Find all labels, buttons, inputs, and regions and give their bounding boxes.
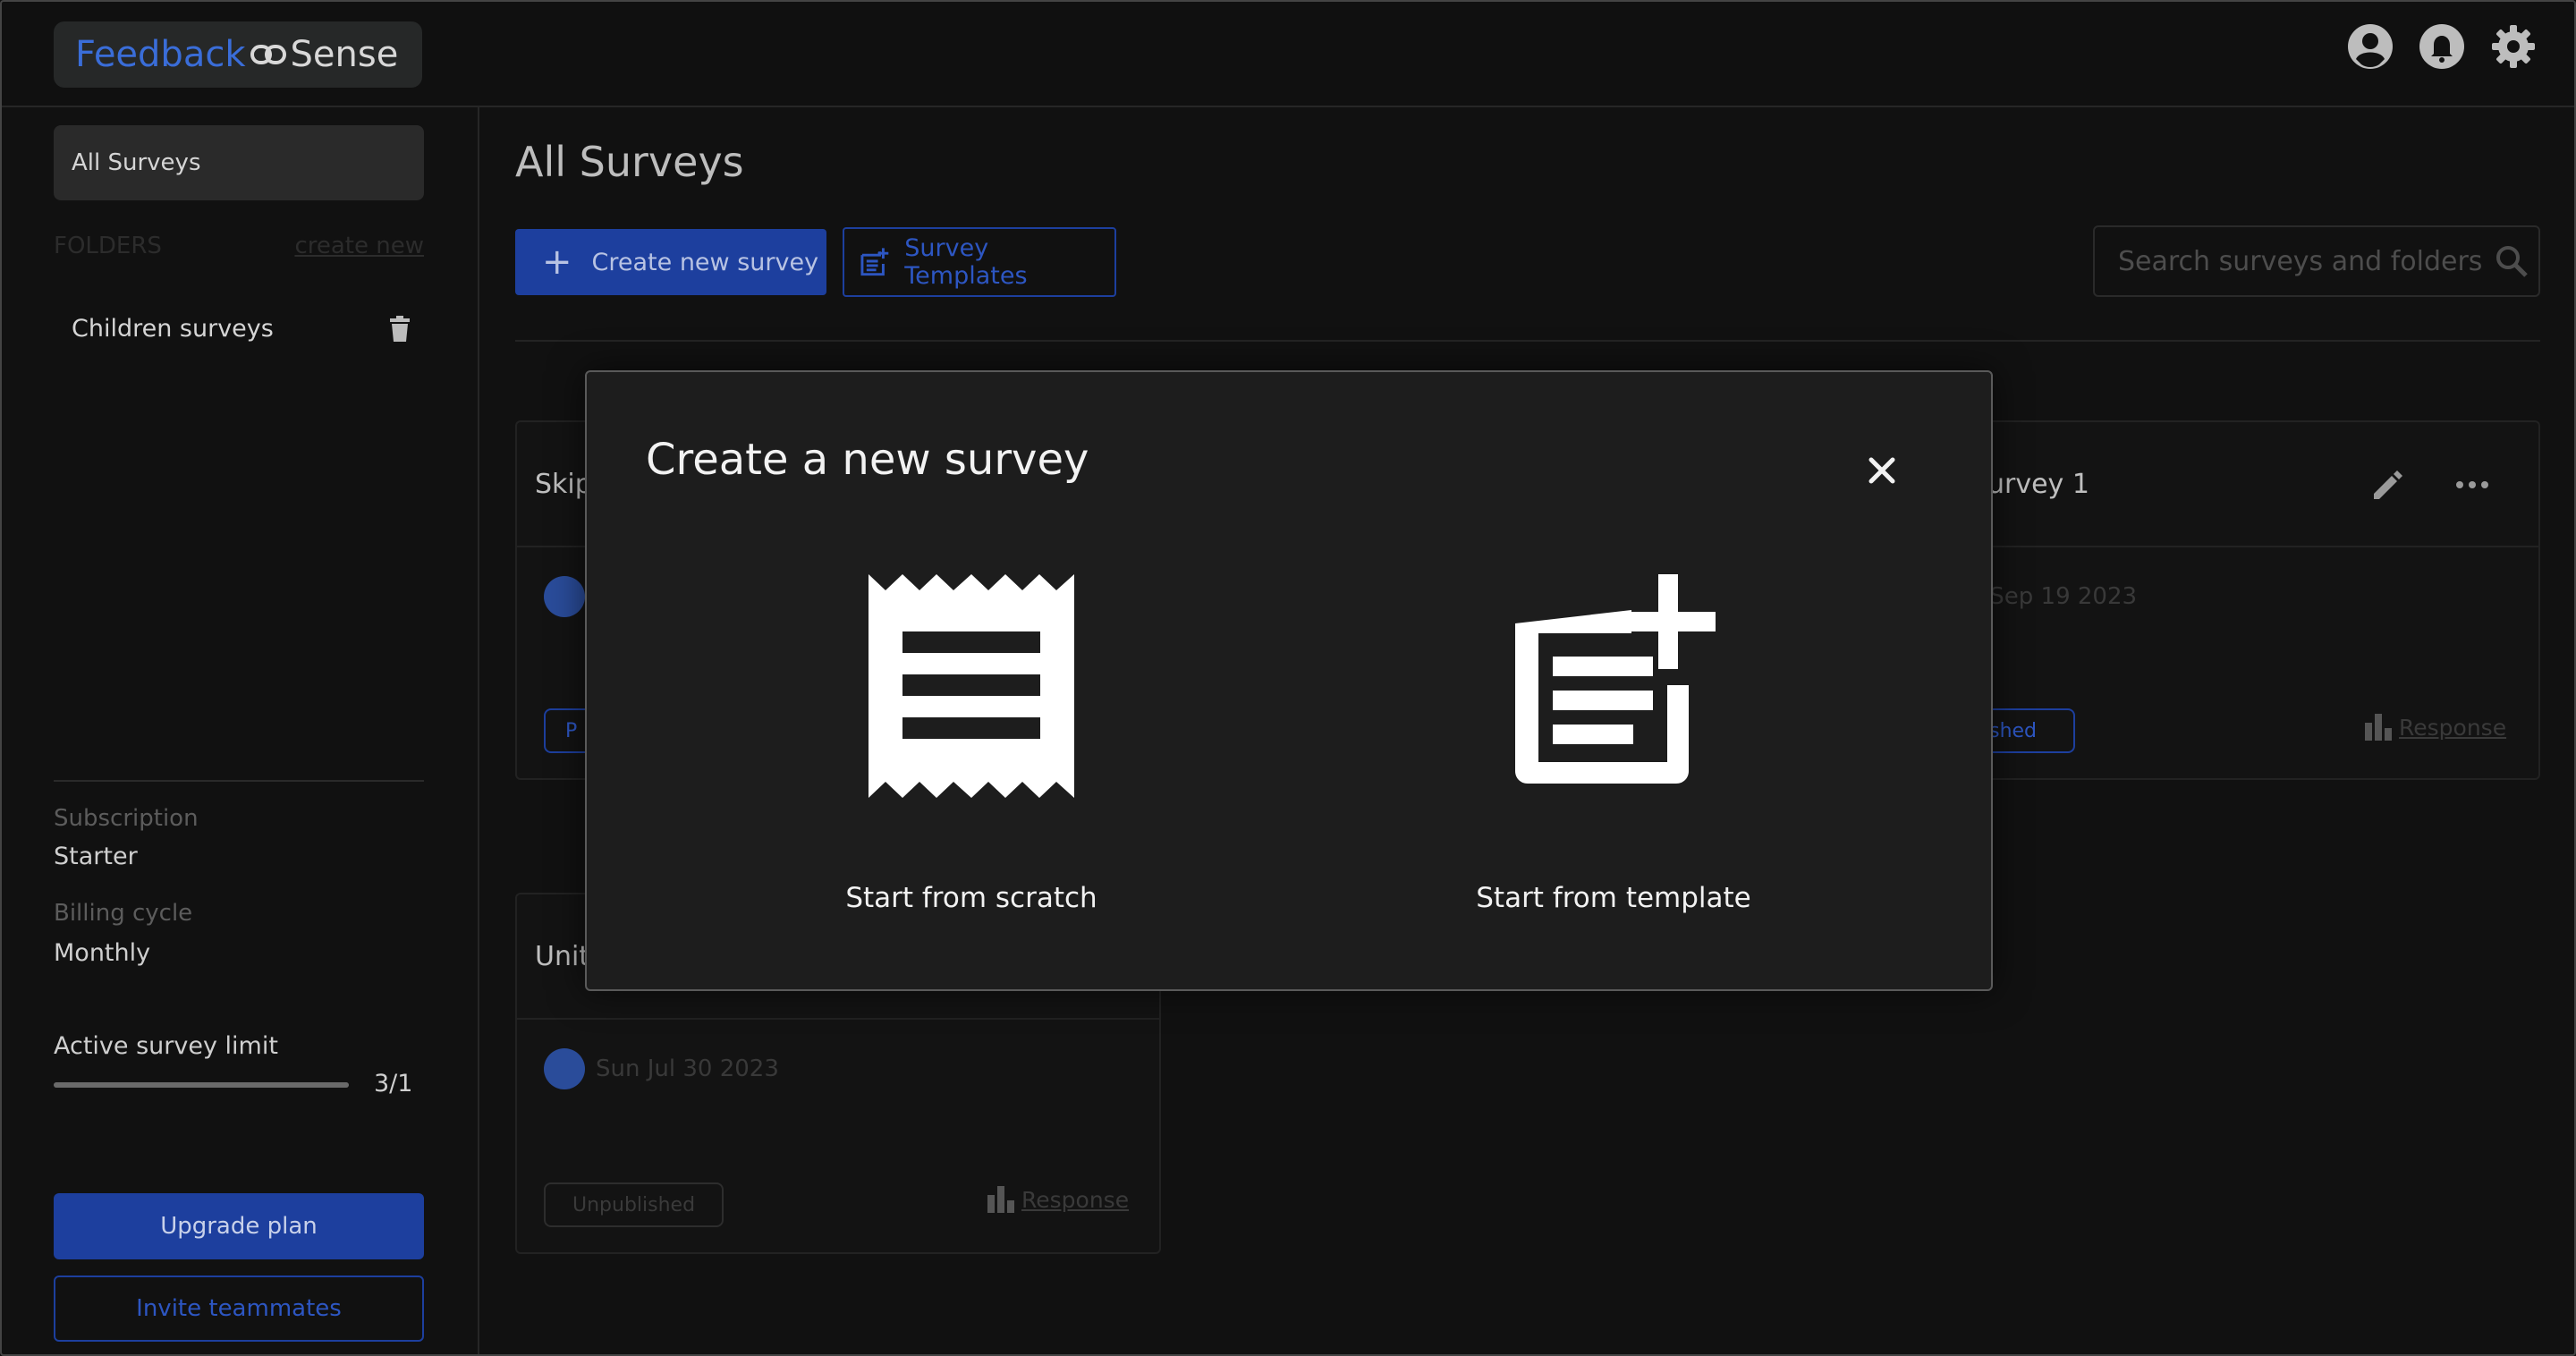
bar-chart-icon: [2365, 714, 2392, 741]
template-icon: [860, 248, 889, 276]
survey-limit-value: 3/1: [374, 1070, 413, 1098]
search-icon[interactable]: [2495, 244, 2529, 278]
edit-icon[interactable]: [2368, 467, 2404, 503]
response-link-label: Response: [2399, 715, 2507, 741]
subscription-value: Starter: [54, 843, 138, 870]
folders-header: FOLDERS create new: [54, 233, 424, 259]
avatar: [544, 576, 585, 617]
upgrade-plan-button[interactable]: Upgrade plan: [54, 1193, 424, 1259]
start-from-scratch-option[interactable]: Start from scratch: [703, 574, 1240, 914]
survey-card-title[interactable]: urvey 1: [1987, 469, 2089, 500]
create-survey-dialog: Create a new survey Start from scratch S…: [585, 370, 1993, 991]
create-survey-button[interactable]: + Create new survey: [515, 229, 826, 295]
link-icon: [250, 45, 286, 64]
start-from-template-option[interactable]: Start from template: [1345, 574, 1882, 914]
sidebar-item-all-surveys[interactable]: All Surveys: [54, 125, 424, 200]
response-link[interactable]: Response: [2363, 712, 2506, 741]
search-placeholder: Search surveys and folders: [2118, 245, 2483, 277]
start-from-scratch-label: Start from scratch: [845, 882, 1097, 914]
bar-chart-icon: [987, 1186, 1014, 1213]
receipt-icon: [869, 574, 1074, 798]
create-survey-label: Create new survey: [591, 248, 819, 276]
create-folder-link[interactable]: create new: [294, 233, 424, 259]
survey-limit-bar: [54, 1082, 349, 1088]
search-input[interactable]: Search surveys and folders: [2093, 225, 2540, 297]
trash-icon[interactable]: [388, 315, 411, 343]
sidebar-divider: [54, 780, 424, 782]
survey-card-title[interactable]: Unit: [535, 941, 589, 972]
survey-limit-fill: [54, 1082, 349, 1088]
sidebar: All Surveys FOLDERS create new Children …: [0, 107, 479, 1356]
survey-card-title[interactable]: Skip: [535, 469, 592, 500]
plus-icon: +: [542, 242, 572, 283]
start-from-template-label: Start from template: [1476, 882, 1751, 914]
more-icon[interactable]: [2454, 467, 2490, 503]
invite-teammates-button[interactable]: Invite teammates: [54, 1275, 424, 1342]
folder-item-label: Children surveys: [72, 315, 274, 343]
account-icon[interactable]: [2347, 23, 2394, 70]
notifications-icon[interactable]: [2419, 23, 2465, 70]
logo-text-sense: Sense: [290, 34, 399, 75]
folders-label: FOLDERS: [54, 233, 162, 259]
logo-text-feedback: Feedback: [75, 34, 246, 75]
close-icon[interactable]: [1864, 453, 1900, 488]
main-divider: [515, 340, 2540, 342]
app-logo[interactable]: Feedback Sense: [54, 21, 422, 88]
billing-cycle-value: Monthly: [54, 939, 151, 967]
subscription-label: Subscription: [54, 805, 199, 832]
status-badge: Unpublished: [544, 1182, 724, 1227]
survey-limit-label: Active survey limit: [54, 1032, 278, 1060]
response-link-label: Response: [1021, 1187, 1130, 1213]
dialog-title: Create a new survey: [646, 435, 1089, 485]
response-link[interactable]: Response: [986, 1184, 1129, 1213]
avatar: [544, 1048, 585, 1089]
template-add-icon: [1515, 574, 1716, 784]
billing-cycle-label: Billing cycle: [54, 900, 193, 927]
folder-item[interactable]: Children surveys: [72, 315, 411, 343]
survey-templates-button[interactable]: Survey Templates: [843, 227, 1116, 297]
page-title: All Surveys: [515, 138, 744, 186]
survey-card-date: e Sep 19 2023: [1968, 583, 2138, 610]
settings-icon[interactable]: [2490, 23, 2537, 70]
survey-card-date: Sun Jul 30 2023: [596, 1055, 779, 1082]
survey-templates-label: Survey Templates: [904, 234, 1028, 290]
top-bar: Feedback Sense: [0, 0, 2576, 107]
